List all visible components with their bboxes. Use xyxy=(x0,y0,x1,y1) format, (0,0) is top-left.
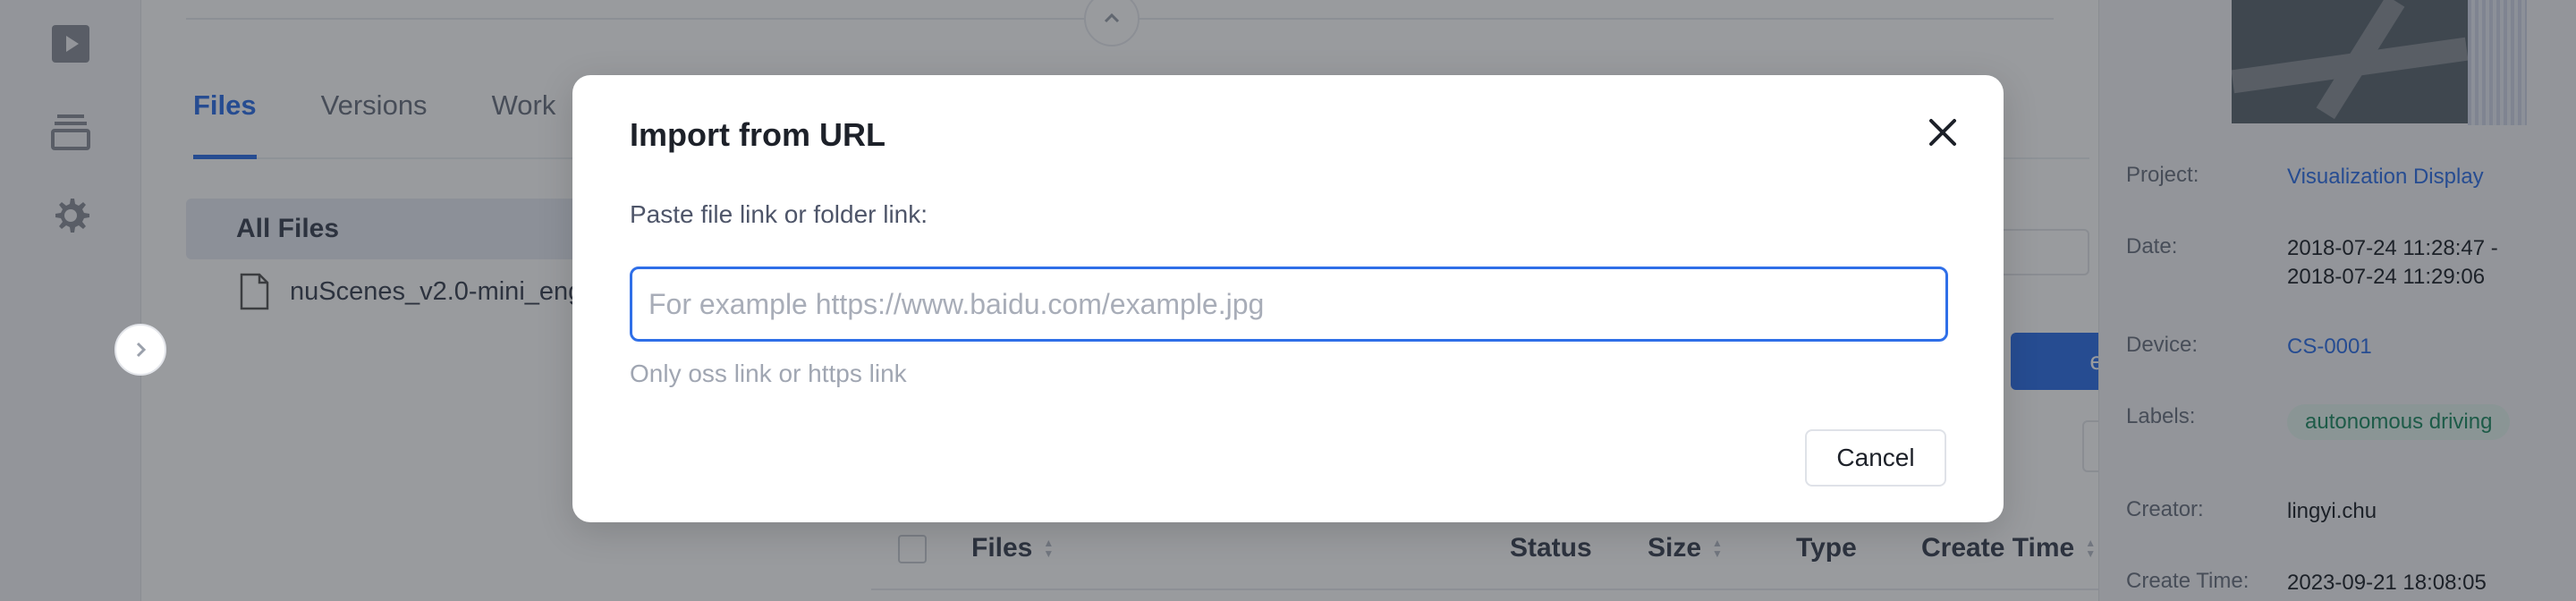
import-url-dialog: Import from URL Paste file link or folde… xyxy=(572,75,2004,522)
url-field-label: Paste file link or folder link: xyxy=(630,200,928,228)
close-icon[interactable] xyxy=(1916,106,1970,159)
expand-sidebar-button[interactable] xyxy=(114,324,166,376)
url-hint: Only oss link or https link xyxy=(630,360,907,387)
cancel-button[interactable]: Cancel xyxy=(1805,429,1946,487)
url-input[interactable] xyxy=(630,267,1948,342)
dialog-title: Import from URL xyxy=(630,116,886,153)
